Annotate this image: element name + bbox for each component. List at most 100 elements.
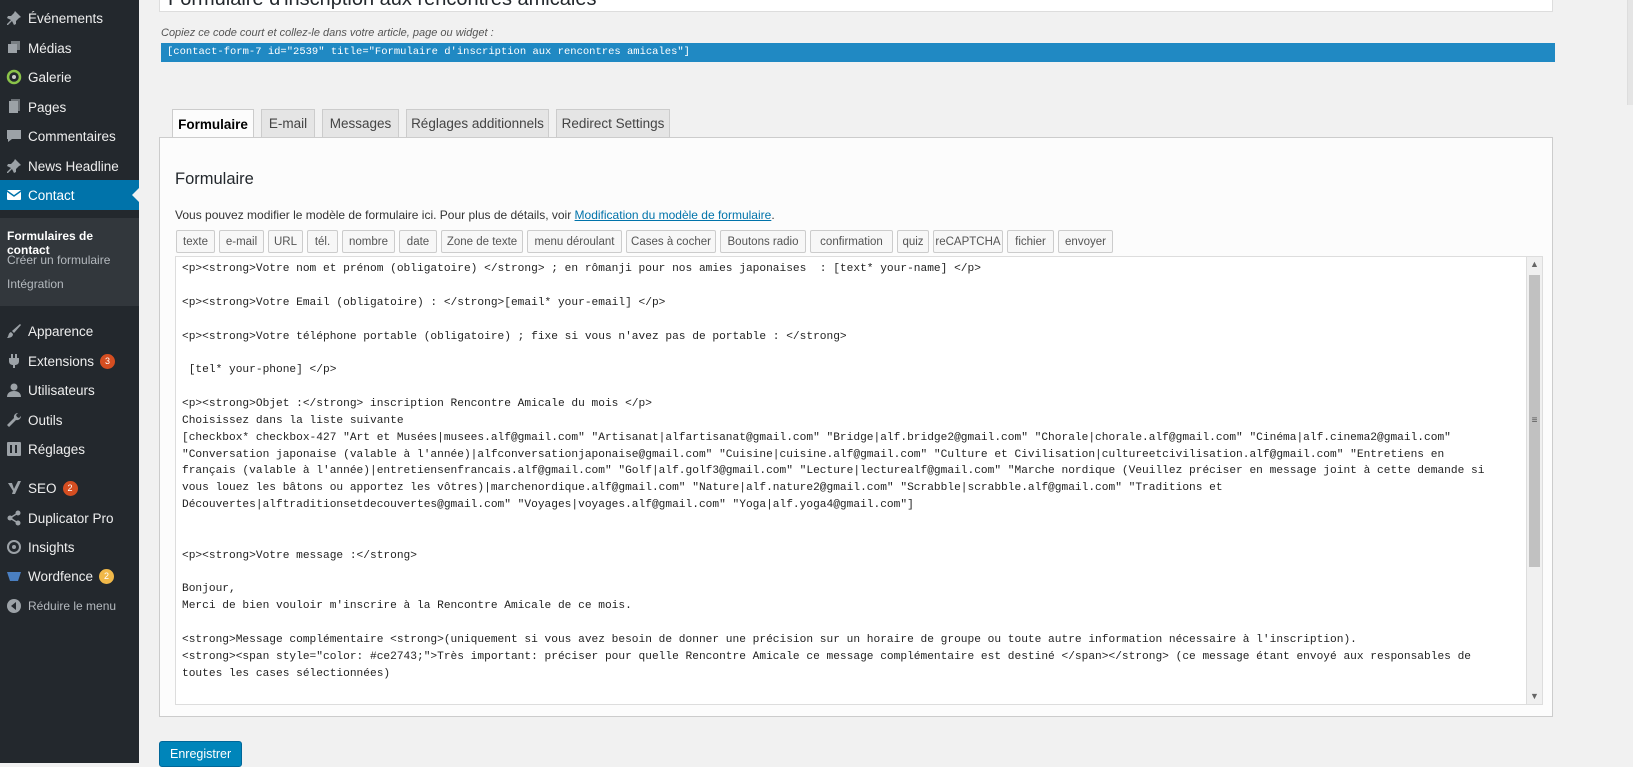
- menu-label: Duplicator Pro: [28, 510, 114, 526]
- menu-item-galerie[interactable]: Galerie: [0, 62, 139, 92]
- tag-button-quiz[interactable]: quiz: [897, 230, 929, 253]
- menu-item-news-headline[interactable]: News Headline: [0, 151, 139, 181]
- editor-line: <strong><span style="color: #ce2743;">Tr…: [182, 651, 1472, 663]
- editor-line: <p><strong>Objet :</strong> inscription …: [182, 398, 652, 410]
- pages-icon: [0, 99, 28, 115]
- description-suffix: .: [771, 208, 775, 222]
- yoast-icon: [0, 480, 28, 496]
- submenu-integration[interactable]: Intégration: [7, 277, 64, 291]
- menu-label: Utilisateurs: [28, 382, 95, 398]
- tab-redirect-settings[interactable]: Redirect Settings: [556, 109, 670, 137]
- editor-line: vous louez les bâtons ou apportez les vô…: [182, 482, 1223, 494]
- menu-label: Pages: [28, 99, 67, 115]
- editor-line: <p><strong>Votre nom et prénom (obligato…: [182, 263, 981, 275]
- menu-label: Extensions: [28, 353, 95, 369]
- tag-button-date[interactable]: date: [399, 230, 437, 253]
- menu-item-evenements[interactable]: Événements: [0, 3, 139, 33]
- pin-icon: [0, 158, 28, 174]
- editor-line: <p><strong>Votre message :</strong>: [182, 550, 417, 562]
- menu-label: SEO: [28, 480, 57, 496]
- tag-button-zone-de-texte[interactable]: Zone de texte: [441, 230, 523, 253]
- tab-email[interactable]: E-mail: [261, 109, 315, 137]
- menu-label: Commentaires: [28, 128, 116, 144]
- editor-line: [checkbox* checkbox-427 "Art et Musées|m…: [182, 432, 1451, 444]
- update-count-badge: 3: [100, 353, 116, 369]
- menu-item-seo[interactable]: SEO 2: [0, 473, 139, 503]
- menu-label: Outils: [28, 412, 63, 428]
- mail-icon: [0, 187, 28, 203]
- tag-button-boutons-radio[interactable]: Boutons radio: [720, 230, 806, 253]
- insights-icon: [0, 539, 28, 555]
- menu-label: News Headline: [28, 158, 119, 174]
- tag-button-envoyer[interactable]: envoyer: [1058, 230, 1113, 253]
- plugin-icon: [0, 353, 28, 369]
- comments-icon: [0, 128, 28, 144]
- menu-item-insights[interactable]: Insights: [0, 532, 139, 562]
- menu-label: Médias: [28, 40, 72, 56]
- panel-title: Formulaire: [175, 170, 254, 188]
- scroll-up-icon[interactable]: ▲: [1527, 257, 1542, 272]
- shortcode-hint: Copiez ce code court et collez-le dans v…: [161, 27, 494, 39]
- tab-formulaire[interactable]: Formulaire: [172, 109, 254, 138]
- menu-label: Wordfence: [28, 568, 94, 584]
- tab-messages[interactable]: Messages: [322, 109, 399, 137]
- tag-button-nombre[interactable]: nombre: [342, 230, 395, 253]
- tab-reglages-additionnels[interactable]: Réglages additionnels: [406, 109, 549, 137]
- editor-line: Choisissez dans la liste suivante: [182, 415, 404, 427]
- scroll-down-icon[interactable]: ▼: [1527, 689, 1542, 704]
- menu-item-duplicator-pro[interactable]: Duplicator Pro: [0, 503, 139, 533]
- tag-button-cases-a-cocher[interactable]: Cases à cocher: [626, 230, 716, 253]
- editor-line: <p><strong>Votre téléphone portable (obl…: [182, 331, 847, 343]
- wrench-icon: [0, 412, 28, 428]
- tag-button-recaptcha[interactable]: reCAPTCHA: [933, 230, 1003, 253]
- share-icon: [0, 510, 28, 526]
- menu-item-pages[interactable]: Pages: [0, 92, 139, 122]
- menu-item-medias[interactable]: Médias: [0, 33, 139, 63]
- form-title-input[interactable]: Formulaire d'inscription aux rencontres …: [159, 0, 1553, 12]
- editor-scrollbar[interactable]: ▲ ≡ ▼: [1526, 257, 1542, 704]
- scroll-grip-icon: ≡: [1531, 415, 1538, 426]
- editor-line: Bonjour,: [182, 583, 236, 595]
- documentation-link[interactable]: Modification du modèle de formulaire: [575, 208, 772, 222]
- tag-button-fichier[interactable]: fichier: [1007, 230, 1054, 253]
- editor-line: Découvertes|alftraditionsetdecouvertes@g…: [182, 499, 914, 511]
- menu-item-utilisateurs[interactable]: Utilisateurs: [0, 375, 139, 405]
- wordfence-icon: [0, 568, 28, 584]
- editor-line: <strong>Message complémentaire <strong>(…: [182, 634, 1357, 646]
- main-content: Formulaire d'inscription aux rencontres …: [139, 0, 1633, 767]
- description-text: Vous pouvez modifier le modèle de formul…: [175, 208, 575, 222]
- formulaire-panel: Formulaire Vous pouvez modifier le modèl…: [159, 137, 1553, 717]
- tag-button-confirmation[interactable]: confirmation: [810, 230, 893, 253]
- collapse-menu-button[interactable]: Réduire le menu: [0, 591, 139, 621]
- menu-item-wordfence[interactable]: Wordfence 2: [0, 561, 139, 591]
- media-icon: [0, 40, 28, 56]
- menu-item-reglages[interactable]: Réglages: [0, 434, 139, 464]
- tag-button-email[interactable]: e-mail: [219, 230, 264, 253]
- tag-button-url[interactable]: URL: [268, 230, 303, 253]
- right-edge-panel: [1627, 0, 1633, 105]
- settings-icon: [0, 441, 28, 457]
- menu-label: Réduire le menu: [28, 599, 117, 613]
- tag-button-menu-deroulant[interactable]: menu déroulant: [527, 230, 622, 253]
- menu-item-outils[interactable]: Outils: [0, 405, 139, 435]
- form-template-editor[interactable]: <p><strong>Votre nom et prénom (obligato…: [175, 256, 1543, 705]
- editor-line: français (valable à l'année)|entretiense…: [182, 465, 1485, 477]
- gallery-icon: [0, 69, 28, 85]
- menu-label: Contact: [28, 187, 75, 203]
- editor-line: toutes les cases sélectionnées): [182, 668, 391, 680]
- menu-item-commentaires[interactable]: Commentaires: [0, 121, 139, 151]
- menu-item-apparence[interactable]: Apparence: [0, 316, 139, 346]
- contact-submenu: Formulaires de contact Créer un formulai…: [0, 218, 139, 306]
- tag-button-texte[interactable]: texte: [176, 230, 215, 253]
- shortcode-field[interactable]: [contact-form-7 id="2539" title="Formula…: [161, 43, 1555, 62]
- menu-item-contact[interactable]: Contact: [0, 180, 139, 210]
- menu-item-extensions[interactable]: Extensions 3: [0, 346, 139, 376]
- save-button[interactable]: Enregistrer: [159, 741, 243, 767]
- editor-line: Merci de bien vouloir m'inscrire à la Re…: [182, 600, 632, 612]
- panel-description: Vous pouvez modifier le modèle de formul…: [175, 208, 775, 222]
- submenu-creer-un-formulaire[interactable]: Créer un formulaire: [7, 253, 110, 267]
- brush-icon: [0, 323, 28, 339]
- admin-sidebar: Événements Médias Galerie Pages Commenta…: [0, 0, 139, 763]
- tag-button-tel[interactable]: tél.: [307, 230, 338, 253]
- user-icon: [0, 382, 28, 398]
